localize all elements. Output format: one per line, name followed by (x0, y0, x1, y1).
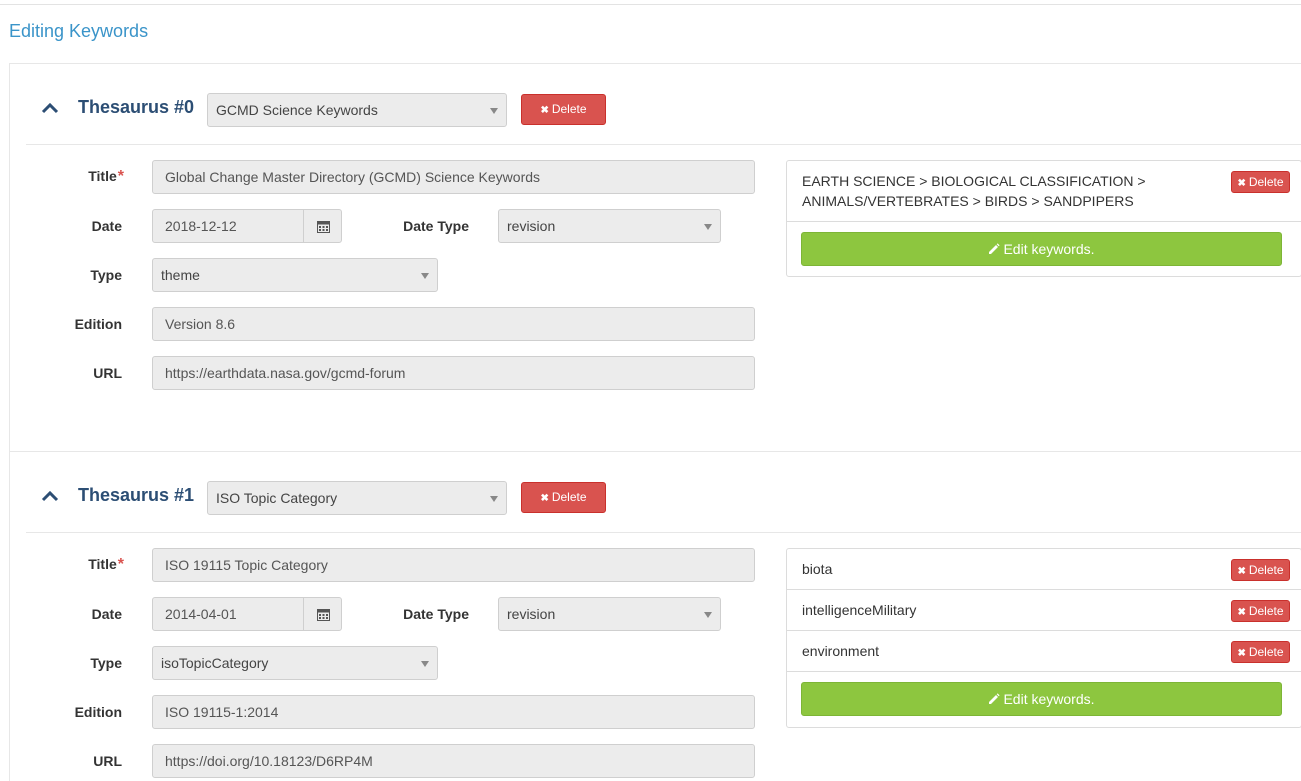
times-icon: ✖ (1237, 648, 1246, 659)
keyword-list: biota ✖ Delete intelligenceMilitary ✖ Dele… (786, 548, 1301, 728)
page-title: Editing Keywords (9, 21, 149, 41)
thesaurus-header: Thesaurus #0 GCMD Science Keywords ✖ Dele… (10, 64, 1301, 146)
calendar-icon (317, 221, 330, 233)
caret-down-icon (490, 496, 498, 502)
delete-label: Delete (1248, 563, 1284, 577)
chevron-up-icon[interactable] (40, 488, 60, 504)
url-input[interactable]: https://doi.org/10.18123/D6RP4M (152, 744, 755, 778)
keyword-item: intelligenceMilitary ✖ Delete (787, 590, 1301, 631)
type-select[interactable]: theme (152, 258, 438, 292)
date-label: Date (91, 606, 122, 622)
calendar-button[interactable] (303, 209, 342, 243)
keyword-text: EARTH SCIENCE > BIOLOGICAL CLASSIFICATIO… (802, 171, 1146, 211)
title-input[interactable]: Global Change Master Directory (GCMD) Sc… (152, 160, 755, 194)
chevron-up-icon[interactable] (40, 100, 60, 116)
header-divider (26, 144, 1301, 145)
date-type-label: Date Type (403, 218, 469, 234)
keyword-item: EARTH SCIENCE > BIOLOGICAL CLASSIFICATIO… (787, 161, 1301, 222)
times-icon: ✖ (1237, 566, 1246, 577)
url-label: URL (93, 365, 122, 381)
pencil-icon (989, 693, 1001, 704)
date-type-select[interactable]: revision (498, 597, 721, 631)
keyword-text-line: EARTH SCIENCE > BIOLOGICAL CLASSIFICATIO… (802, 173, 1146, 189)
calendar-icon (317, 609, 330, 621)
thesaurus-panel-0: Thesaurus #0 GCMD Science Keywords ✖ Dele… (9, 63, 1301, 451)
thesaurus-panel-1: Thesaurus #1 ISO Topic Category ✖ Delete … (9, 451, 1301, 781)
header-divider (26, 532, 1301, 533)
thesaurus-select[interactable]: ISO Topic Category (207, 481, 507, 515)
keyword-item: biota ✖ Delete (787, 549, 1301, 590)
type-label: Type (90, 267, 122, 283)
url-label: URL (93, 753, 122, 769)
caret-down-icon (490, 108, 498, 114)
keyword-text: biota (802, 561, 833, 577)
delete-label: Delete (551, 490, 587, 504)
date-input[interactable]: 2018-12-12 (152, 209, 304, 243)
edition-input[interactable]: ISO 19115-1:2014 (152, 695, 755, 729)
delete-label: Delete (1248, 645, 1284, 659)
pencil-icon (989, 243, 1001, 254)
times-icon: ✖ (540, 493, 549, 504)
thesaurus-header: Thesaurus #1 ISO Topic Category ✖ Delete (10, 452, 1301, 534)
edition-label: Edition (74, 316, 122, 332)
delete-keyword-button[interactable]: ✖ Delete (1231, 559, 1290, 581)
date-type-label: Date Type (403, 606, 469, 622)
title-label: Title* (14, 168, 124, 186)
edit-keywords-label: Edit keywords. (1003, 691, 1095, 707)
delete-label: Delete (1248, 175, 1284, 189)
thesaurus-select[interactable]: GCMD Science Keywords (207, 93, 507, 127)
delete-label: Delete (1248, 604, 1284, 618)
edit-keywords-label: Edit keywords. (1003, 241, 1095, 257)
keyword-list: EARTH SCIENCE > BIOLOGICAL CLASSIFICATIO… (786, 160, 1301, 277)
title-label-text: Title (88, 168, 117, 184)
delete-thesaurus-button[interactable]: ✖ Delete (521, 94, 606, 125)
top-divider (0, 4, 1301, 5)
edition-input[interactable]: Version 8.6 (152, 307, 755, 341)
required-mark: * (117, 556, 124, 573)
caret-down-icon (421, 273, 429, 279)
date-type-value: revision (507, 218, 556, 234)
delete-keyword-button[interactable]: ✖ Delete (1231, 641, 1290, 663)
caret-down-icon (421, 661, 429, 667)
type-label: Type (90, 655, 122, 671)
title-label: Title* (14, 556, 124, 574)
keyword-text: intelligenceMilitary (802, 602, 917, 618)
edition-label: Edition (74, 704, 122, 720)
times-icon: ✖ (1237, 607, 1246, 618)
thesaurus-heading: Thesaurus #0 (78, 97, 195, 117)
keyword-text: environment (802, 643, 880, 659)
thesaurus-select-value: ISO Topic Category (216, 490, 338, 506)
thesaurus-heading: Thesaurus #1 (78, 485, 195, 505)
date-input[interactable]: 2014-04-01 (152, 597, 304, 631)
delete-thesaurus-button[interactable]: ✖ Delete (521, 482, 606, 513)
type-value: theme (161, 267, 200, 283)
date-label: Date (91, 218, 122, 234)
type-select[interactable]: isoTopicCategory (152, 646, 438, 680)
date-type-value: revision (507, 606, 556, 622)
thesaurus-select-value: GCMD Science Keywords (216, 102, 378, 118)
keyword-text-line: ANIMALS/VERTEBRATES > BIRDS > SANDPIPERS (802, 193, 1134, 209)
edit-keywords-button[interactable]: Edit keywords. (801, 682, 1282, 716)
required-mark: * (117, 168, 124, 185)
title-label-text: Title (88, 556, 117, 572)
calendar-button[interactable] (303, 597, 342, 631)
date-type-select[interactable]: revision (498, 209, 721, 243)
type-value: isoTopicCategory (161, 655, 269, 671)
delete-keyword-button[interactable]: ✖ Delete (1231, 600, 1290, 622)
times-icon: ✖ (540, 105, 549, 116)
delete-label: Delete (551, 102, 587, 116)
caret-down-icon (704, 224, 712, 230)
keyword-item: environment ✖ Delete (787, 631, 1301, 672)
url-input[interactable]: https://earthdata.nasa.gov/gcmd-forum (152, 356, 755, 390)
delete-keyword-button[interactable]: ✖ Delete (1231, 171, 1290, 193)
title-input[interactable]: ISO 19115 Topic Category (152, 548, 755, 582)
edit-keywords-button[interactable]: Edit keywords. (801, 232, 1282, 266)
caret-down-icon (704, 612, 712, 618)
times-icon: ✖ (1237, 178, 1246, 189)
